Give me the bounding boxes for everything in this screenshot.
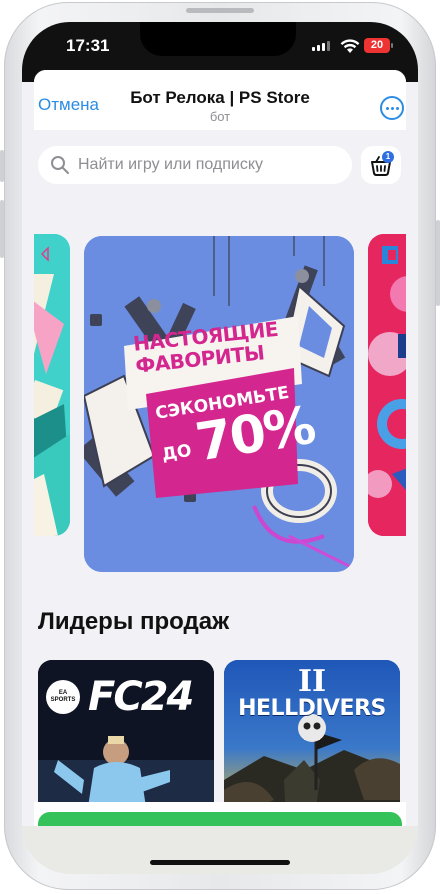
- dot-icon: [385, 106, 389, 110]
- bot-title: Бот Релока | PS Store: [130, 88, 310, 107]
- game-title-numeral: II: [297, 664, 327, 699]
- banner-next-art: [368, 234, 406, 536]
- battery-icon: 20: [364, 38, 390, 53]
- more-options-button[interactable]: [380, 96, 404, 120]
- bot-subtitle: бот: [209, 109, 231, 124]
- game-title: HELLDIVERS: [238, 696, 386, 721]
- cellular-signal-icon: [312, 41, 330, 51]
- phone-side-button: [0, 150, 4, 182]
- game-title: FC24: [88, 674, 194, 720]
- cart-button[interactable]: 1: [361, 146, 401, 184]
- game-card[interactable]: EA SPORTS FC24: [38, 660, 214, 820]
- publisher-badge: EA SPORTS: [46, 680, 80, 714]
- dot-icon: [390, 106, 394, 110]
- banner-next[interactable]: [368, 234, 406, 536]
- dot-icon: [395, 106, 399, 110]
- phone-screen: 17:31 20 Отмена Бот Релока | PS Store бо…: [22, 22, 418, 874]
- home-indicator[interactable]: [150, 860, 290, 865]
- speaker-grille: [186, 8, 254, 13]
- banner-previous-art: [34, 234, 70, 536]
- search-input[interactable]: Найти игру или подписку: [38, 146, 352, 184]
- miniapp-header: Отмена Бот Релока | PS Store бот: [34, 70, 406, 130]
- home-area: [22, 826, 418, 874]
- promo-banner[interactable]: НАСТОЯЩИЕ ФАВОРИТЫ СЭКОНОМЬТЕ ДО 70%: [84, 236, 354, 572]
- cart-badge: 1: [382, 151, 394, 163]
- status-time: 17:31: [66, 36, 110, 55]
- basket-icon: [371, 156, 391, 176]
- dynamic-island: [140, 22, 296, 56]
- search-placeholder: Найти игру или подписку: [78, 156, 264, 173]
- phone-power-button: [436, 220, 440, 306]
- section-title: Лидеры продаж: [38, 608, 230, 635]
- game-card[interactable]: HELLDIVERS II: [224, 660, 400, 820]
- phone-volume-button: [0, 200, 4, 258]
- battery-level: 20: [370, 39, 384, 51]
- mini-app-sheet: Отмена Бот Релока | PS Store бот Найти и…: [34, 70, 406, 874]
- battery-tip: [391, 43, 393, 48]
- banner-previous[interactable]: [34, 234, 70, 536]
- search-icon: [51, 156, 69, 174]
- publisher-badge-text: EA SPORTS: [50, 690, 76, 703]
- wifi-icon: [340, 39, 360, 53]
- banner-line-4: ДО: [160, 440, 193, 466]
